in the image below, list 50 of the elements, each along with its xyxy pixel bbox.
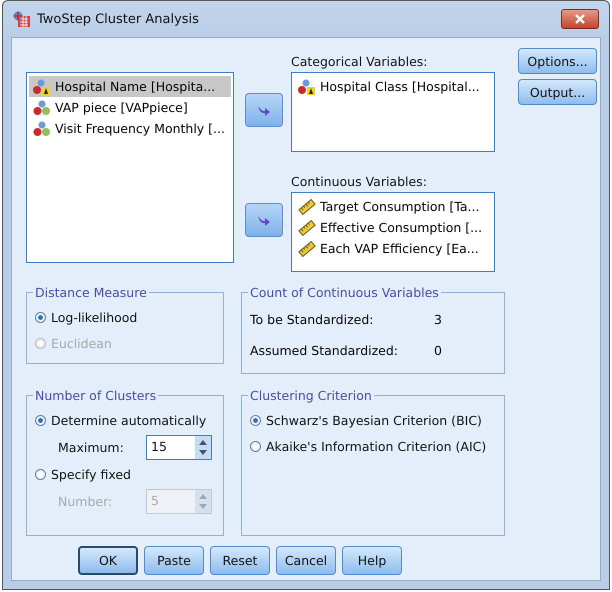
nominal-variable-icon [298,78,316,94]
spinner-label: Number: [58,494,114,508]
continuous-label: Continuous Variables: [291,174,428,191]
dialog-button[interactable]: Help [342,546,402,575]
radio-dot-icon[interactable] [35,468,46,480]
close-icon [575,14,585,24]
variable-item[interactable]: Effective Consumption [... [294,217,492,238]
ordinal-variable-icon [33,100,51,116]
dialog-button[interactable]: OK [78,546,138,575]
count-label: To be Standardized: [250,312,374,327]
number-spinner[interactable]: 15 [146,434,212,460]
variable-item[interactable]: Hospital Class [Hospital... [294,76,492,97]
ordinal-variable-icon [33,120,51,136]
source-variable-list[interactable]: Hospital Name [Hospita... VAP piece [VAPpiece] Visit Frequency Monthly [... [26,72,234,263]
variable-item[interactable]: VAP piece [VAPpiece] [29,97,231,118]
group-title: Clustering Criterion [249,388,373,403]
categorical-variable-list[interactable]: Hospital Class [Hospital... [291,72,495,152]
dialog-button[interactable]: Paste [144,546,204,575]
count-value: 0 [434,343,442,358]
continuous-variable-list[interactable]: Target Consumption [Ta... Effective Consumption [... Each VAP Efficiency [Ea... [291,192,495,272]
app-icon [13,10,31,28]
nominal-variable-icon [33,78,51,94]
dialog-button[interactable]: Cancel [276,546,336,575]
radio-dot-icon[interactable] [35,414,46,426]
count-label: Assumed Standardized: [250,343,400,358]
radio-dot-icon[interactable] [250,414,261,426]
dialog-button[interactable]: Options... [518,48,597,74]
group-title: Count of Continuous Variables [249,285,440,300]
radio-dot-icon[interactable] [250,440,261,452]
window-title: TwoStep Cluster Analysis [37,12,200,26]
radio-option[interactable]: Specify fixed [35,461,215,487]
spinner-label: Maximum: [58,440,125,454]
variable-item[interactable]: Hospital Name [Hospita... [29,76,231,97]
variable-item[interactable]: Target Consumption [Ta... [294,196,492,217]
radio-option[interactable]: Log-likelihood [35,304,215,330]
radio-dot-icon[interactable] [35,312,46,322]
move-to-continuous-button[interactable] [245,203,283,237]
count-value: 3 [434,312,442,327]
group-title: Number of Clusters [34,388,158,403]
group-title: Distance Measure [34,285,148,300]
close-button[interactable] [561,9,599,29]
variable-item[interactable]: Each VAP Efficiency [Ea... [294,238,492,259]
radio-option[interactable]: Determine automatically [35,407,215,433]
dialog-button[interactable]: Output... [518,79,597,105]
radio-option[interactable]: Akaike's Information Criterion (AIC) [250,433,496,459]
dialog-button[interactable]: Reset [210,546,270,575]
move-to-categorical-button[interactable] [245,93,283,127]
variable-item[interactable]: Visit Frequency Monthly [... [29,118,231,139]
categorical-label: Categorical Variables: [291,54,428,71]
radio-option[interactable]: Schwarz's Bayesian Criterion (BIC) [250,407,496,433]
